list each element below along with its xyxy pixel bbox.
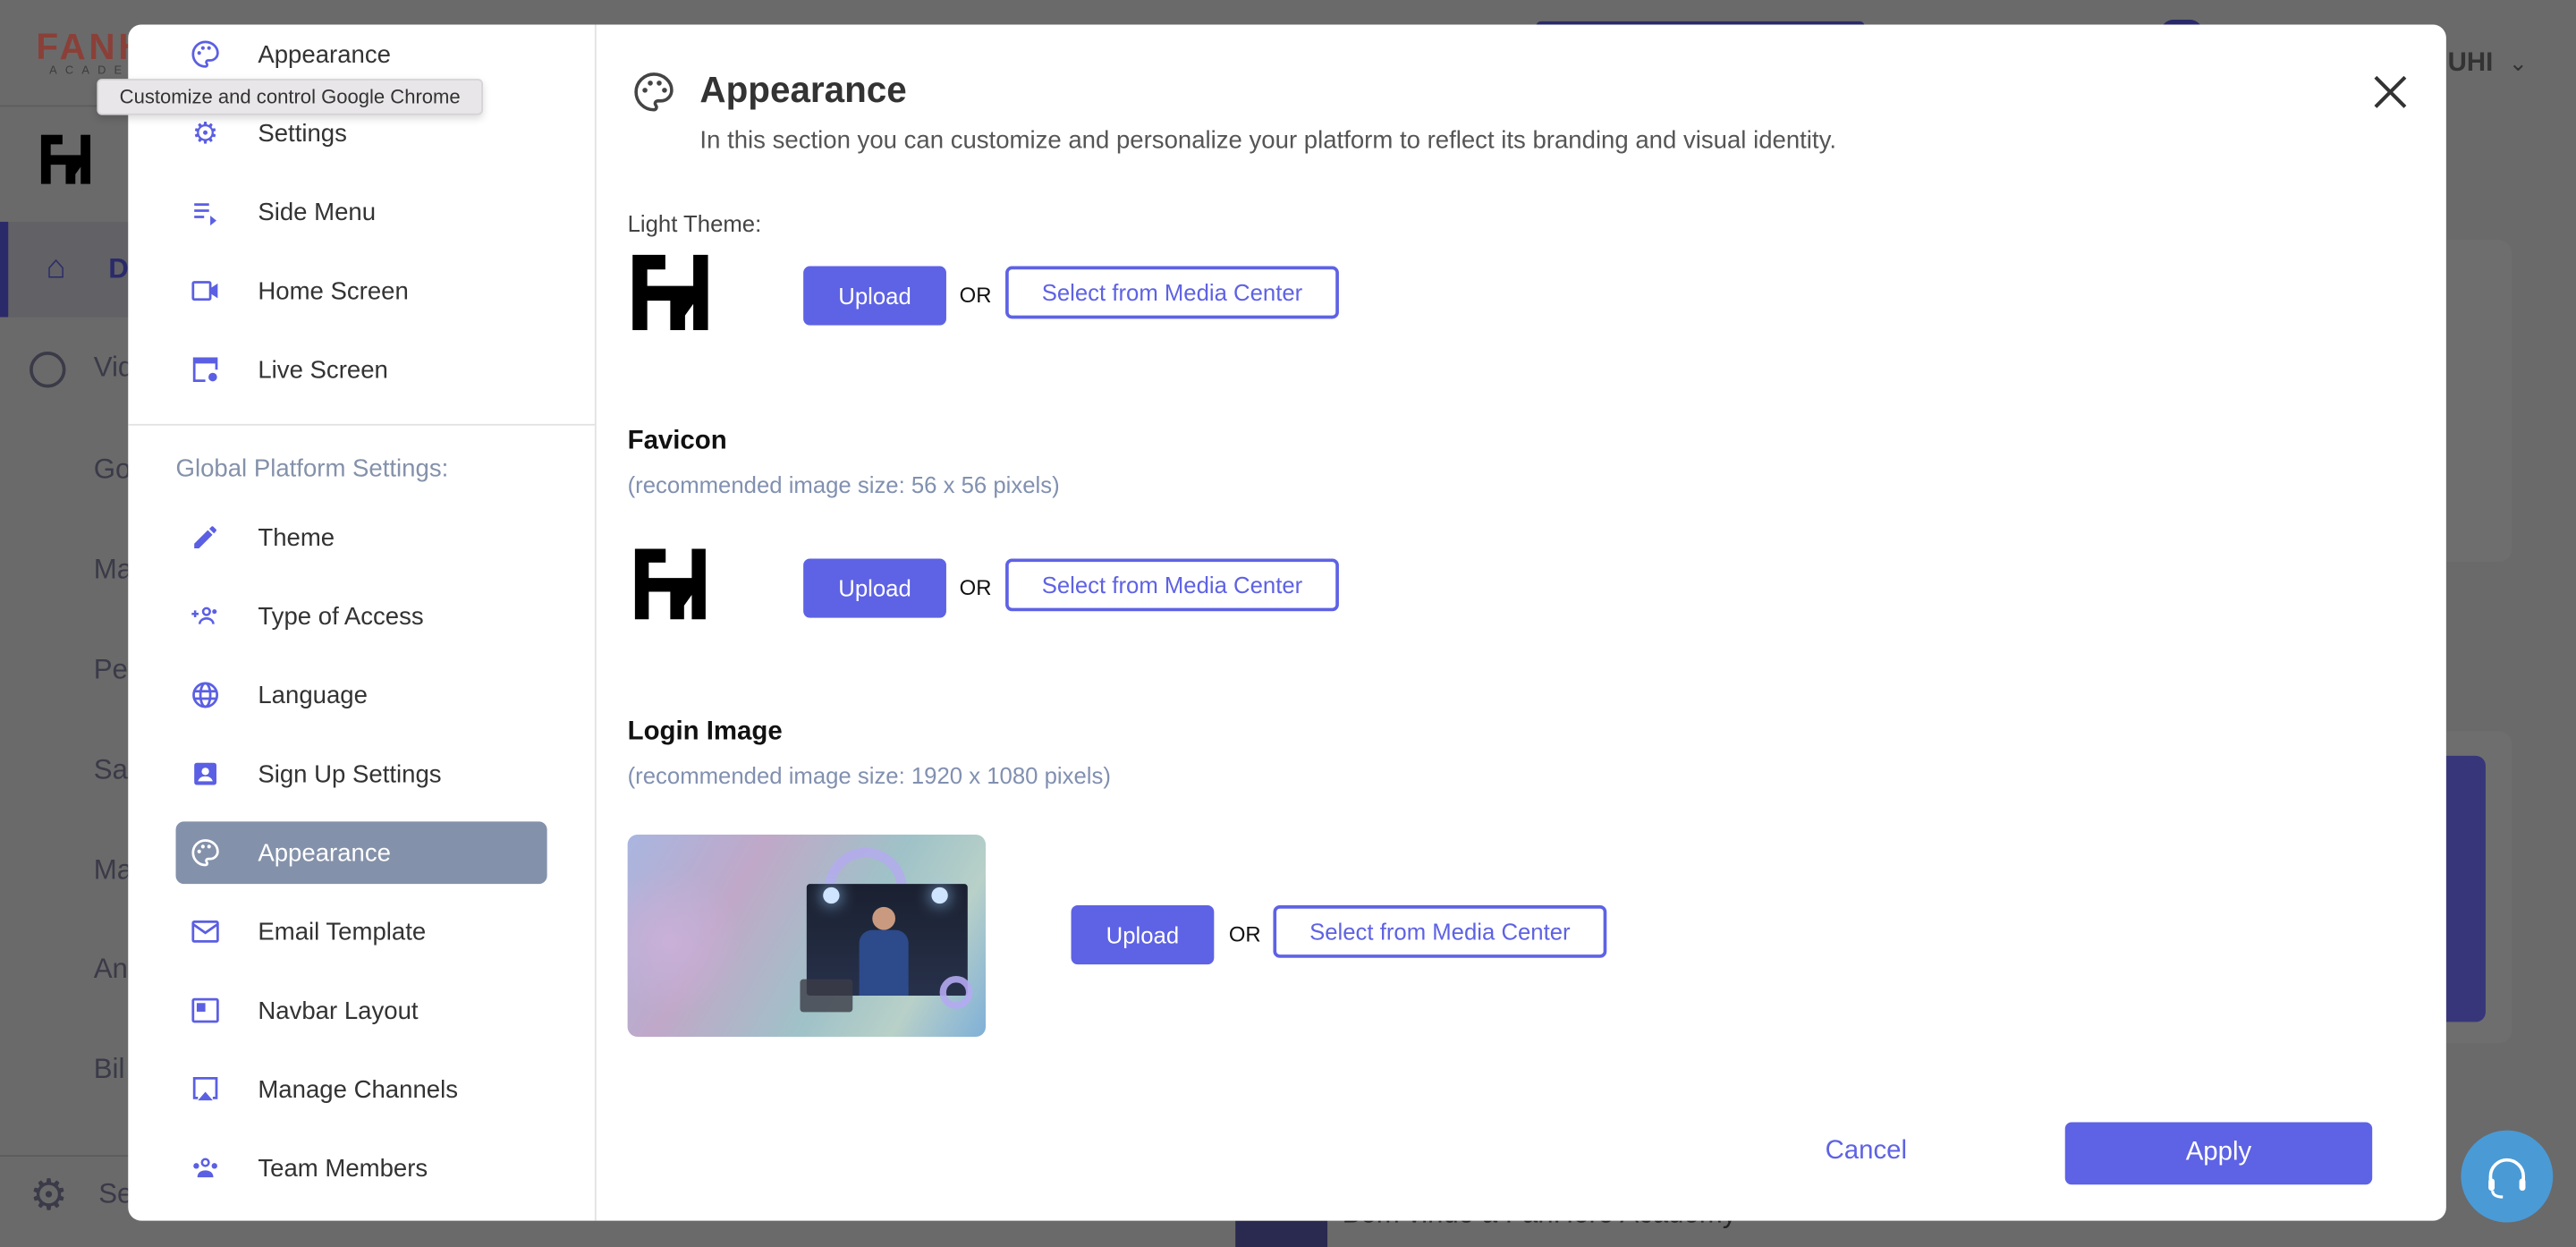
- sidebar-item-appearance[interactable]: Appearance: [176, 25, 547, 86]
- or-label: OR: [1228, 921, 1261, 946]
- bg-divider: [0, 1155, 129, 1158]
- palette-icon: [191, 838, 220, 868]
- sidebar-item-label: Sign Up Settings: [258, 759, 442, 788]
- close-icon: [2374, 75, 2407, 108]
- globe-icon: [191, 680, 220, 709]
- favicon-recommendation: (recommended image size: 56 x 56 pixels): [627, 471, 1060, 498]
- sidebar-item-label: Team Members: [258, 1154, 428, 1183]
- sidebar-item-appearance-selected[interactable]: Appearance: [175, 821, 547, 885]
- or-label: OR: [959, 282, 992, 308]
- sidebar-item-theme[interactable]: Theme: [176, 506, 547, 569]
- light-theme-logo: [632, 254, 708, 331]
- sidebar-item-label: Side Menu: [258, 198, 377, 226]
- or-label: OR: [959, 574, 992, 600]
- favicon-title: Favicon: [627, 427, 727, 455]
- sidebar-item-home-screen[interactable]: Home Screen: [176, 259, 547, 322]
- sidebar-item-label: Language: [258, 681, 368, 709]
- add-group-icon: [191, 601, 220, 631]
- bg-fh-logo: [39, 134, 92, 184]
- bg-user-chevron-icon: ⌄: [2508, 49, 2529, 76]
- video-camera-icon: [191, 276, 220, 306]
- bg-nav-item: Ma: [93, 553, 133, 585]
- layout-icon: [191, 996, 220, 1025]
- apply-button[interactable]: Apply: [2064, 1122, 2373, 1185]
- sidebar-section-title: Global Platform Settings:: [175, 454, 449, 483]
- sidebar-item-team-members[interactable]: Team Members: [176, 1137, 547, 1200]
- favicon-upload-button[interactable]: Upload: [803, 558, 946, 618]
- login-image-select-media-button[interactable]: Select from Media Center: [1273, 905, 1607, 958]
- light-theme-label: Light Theme:: [627, 210, 762, 237]
- sidebar-item-label: Settings: [258, 119, 347, 148]
- sidebar-divider: [128, 423, 595, 426]
- palette-icon: [632, 71, 675, 114]
- bg-card: [2445, 240, 2512, 563]
- sidebar-item-label: Appearance: [258, 838, 391, 867]
- light-theme-upload-button[interactable]: Upload: [803, 266, 946, 326]
- cancel-button[interactable]: Cancel: [1826, 1137, 1907, 1166]
- sidebar-item-label: Live Screen: [258, 355, 388, 384]
- bg-play-icon: [30, 352, 66, 388]
- sidebar-item-email-template[interactable]: Email Template: [176, 901, 547, 963]
- sidebar-item-side-menu[interactable]: Side Menu: [176, 181, 547, 243]
- sidebar-item-manage-channels[interactable]: Manage Channels: [176, 1058, 547, 1121]
- sidebar-item-label: Home Screen: [258, 276, 409, 305]
- close-button[interactable]: [2370, 72, 2410, 112]
- sidebar-item-label: Email Template: [258, 917, 427, 946]
- favicon-select-media-button[interactable]: Select from Media Center: [1005, 558, 1339, 612]
- bg-thumbnail: [1235, 1220, 1328, 1247]
- airplay-icon: [191, 1074, 220, 1104]
- sidebar-item-navbar-layout[interactable]: Navbar Layout: [176, 980, 547, 1042]
- appearance-modal: Appearance ⚙ Settings Side Menu Home Scr…: [128, 24, 2446, 1221]
- login-image-recommendation: (recommended image size: 1920 x 1080 pix…: [627, 762, 1111, 789]
- contact-card-icon: [191, 759, 220, 789]
- page-title: Appearance: [699, 69, 907, 111]
- window-settings-icon: [191, 355, 220, 385]
- help-support-button[interactable]: [2461, 1130, 2554, 1223]
- bg-nav-item: Ma: [93, 854, 133, 886]
- light-theme-select-media-button[interactable]: Select from Media Center: [1005, 266, 1339, 319]
- mail-icon: [191, 917, 220, 946]
- settings-sidebar: Appearance ⚙ Settings Side Menu Home Scr…: [128, 24, 597, 1221]
- bg-user-name: UHI: [2447, 49, 2494, 78]
- palette-icon: [191, 39, 220, 69]
- login-image-preview: [627, 835, 987, 1037]
- favicon-logo: [632, 548, 708, 620]
- headset-icon: [2488, 1158, 2526, 1199]
- sidebar-item-type-of-access[interactable]: Type of Access: [176, 585, 547, 648]
- bg-nav-item: An: [93, 953, 128, 985]
- bg-nav-active-bar: [0, 221, 9, 318]
- bg-gear-icon: ⚙: [30, 1169, 68, 1219]
- sidebar-item-label: Type of Access: [258, 602, 424, 631]
- appearance-content: Appearance In this section you can custo…: [597, 25, 2446, 1221]
- playlist-icon: [191, 197, 220, 226]
- login-image-upload-button[interactable]: Upload: [1071, 905, 1215, 965]
- bg-banner: [2445, 755, 2486, 1022]
- login-image-title: Login Image: [627, 717, 783, 746]
- pencil-icon: [191, 522, 220, 552]
- sidebar-item-label: Theme: [258, 522, 335, 552]
- sidebar-item-language[interactable]: Language: [176, 664, 547, 726]
- sidebar-item-sign-up-settings[interactable]: Sign Up Settings: [176, 742, 547, 805]
- sidebar-item-live-screen[interactable]: Live Screen: [176, 338, 547, 401]
- page-subtitle: In this section you can customize and pe…: [699, 126, 1836, 155]
- sidebar-item-label: Navbar Layout: [258, 996, 419, 1025]
- team-icon: [191, 1153, 220, 1183]
- sidebar-item-label: Appearance: [258, 39, 391, 69]
- sidebar-item-label: Manage Channels: [258, 1075, 459, 1104]
- browser-tooltip: Customize and control Google Chrome: [97, 79, 483, 115]
- bg-home-icon: ⌂: [46, 250, 66, 286]
- bg-nav-item: Bil: [93, 1053, 125, 1085]
- bg-nav-item: D: [108, 252, 129, 284]
- gear-icon: ⚙: [191, 115, 219, 149]
- bg-nav-item: Go: [93, 453, 131, 485]
